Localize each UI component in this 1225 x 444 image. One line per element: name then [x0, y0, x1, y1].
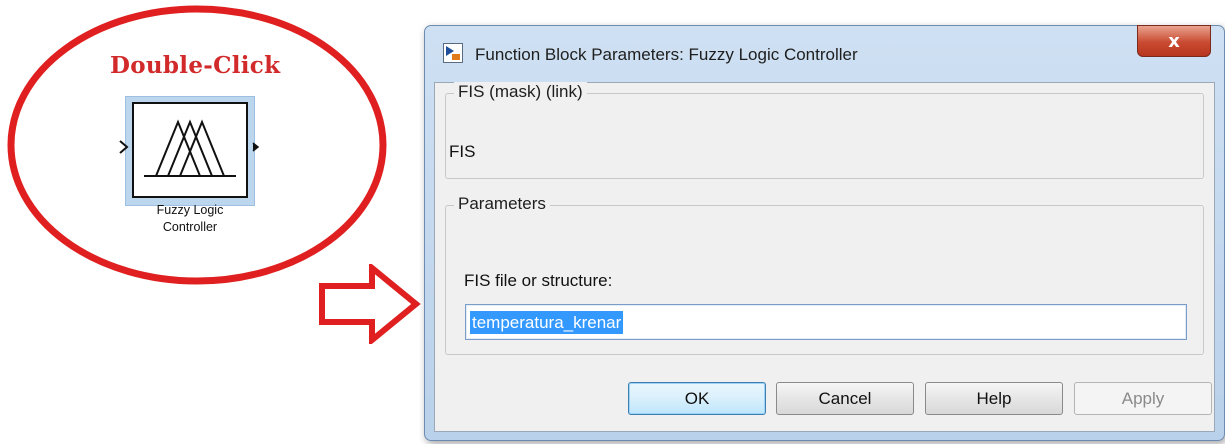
block-label-line1: Fuzzy Logic [156, 203, 224, 217]
close-button[interactable]: x [1137, 25, 1211, 57]
fis-structure-value: temperatura_krenar [470, 311, 624, 334]
fuzzy-logic-controller-block[interactable]: Fuzzy Logic Controller [119, 96, 260, 256]
output-port-icon [252, 142, 260, 152]
mask-group-label: FIS (mask) (link) [454, 82, 587, 102]
ok-button[interactable]: OK [628, 382, 766, 415]
simulink-block-icon [443, 43, 463, 63]
function-block-parameters-dialog: Function Block Parameters: Fuzzy Logic C… [424, 25, 1225, 441]
membership-functions-icon [144, 119, 236, 177]
fis-field-label: FIS file or structure: [464, 271, 613, 290]
apply-button[interactable]: Apply [1074, 382, 1212, 415]
dialog-title: Function Block Parameters: Fuzzy Logic C… [475, 45, 858, 64]
close-icon: x [1168, 30, 1180, 52]
double-click-label: Double-Click [110, 52, 281, 79]
mask-description: FIS [449, 142, 476, 161]
block-body [132, 102, 248, 198]
arrow-right-icon [319, 264, 421, 344]
parameters-group-label: Parameters [454, 194, 550, 214]
mask-group: FIS (mask) (link) [445, 82, 1204, 179]
dialog-content: FIS (mask) (link) FIS Parameters FIS fil… [434, 82, 1215, 432]
help-button[interactable]: Help [925, 382, 1063, 415]
cancel-button[interactable]: Cancel [776, 382, 914, 415]
fis-structure-input[interactable]: temperatura_krenar [465, 304, 1187, 340]
block-label-line2: Controller [162, 220, 218, 234]
block-label: Fuzzy Logic Controller [120, 202, 260, 236]
input-port-icon [119, 140, 129, 154]
title-bar[interactable]: Function Block Parameters: Fuzzy Logic C… [425, 25, 1224, 82]
